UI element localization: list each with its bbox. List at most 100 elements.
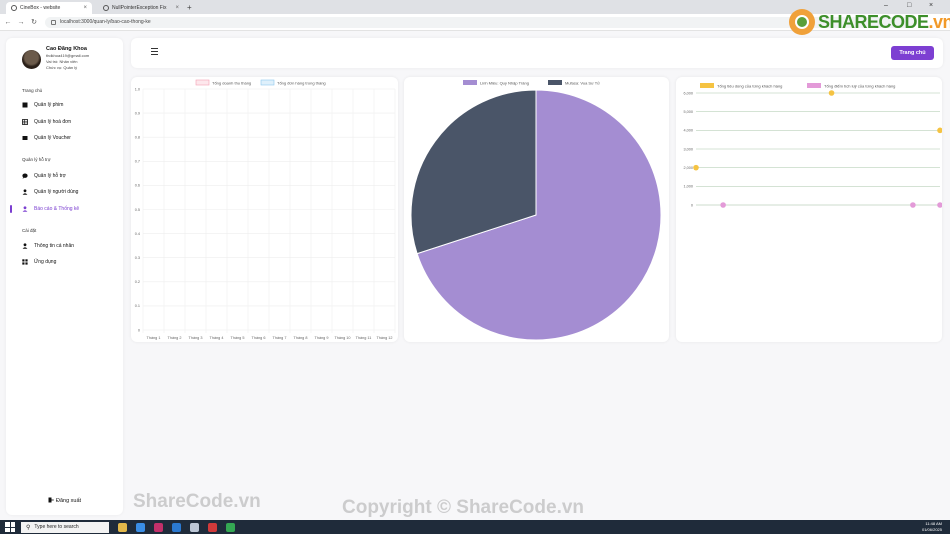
user-email: thdkhoa419@gmail.com xyxy=(46,53,90,58)
data-point[interactable] xyxy=(828,90,835,96)
y-tick-label: 0.1 xyxy=(135,304,140,308)
sidebar-item-apps[interactable]: Ứng dụng xyxy=(22,257,120,267)
data-point[interactable] xyxy=(937,202,942,208)
section-title: Quản lý hỗ trợ xyxy=(22,157,51,162)
sidebar-item-users[interactable]: Quản lý người dùng xyxy=(22,187,120,197)
intellij-icon[interactable] xyxy=(154,522,163,532)
table-icon xyxy=(22,119,28,125)
data-point[interactable] xyxy=(910,202,916,208)
top-header: Trang chủ xyxy=(131,38,943,68)
user-position: Chức vụ: Quản lý xyxy=(46,65,78,70)
sharecode-logo: SHARECODE.vn xyxy=(789,9,950,35)
site-info-icon[interactable] xyxy=(51,19,56,25)
section-title: Trang chủ xyxy=(22,88,43,93)
y-tick-label: 0.4 xyxy=(135,232,140,236)
url-text: localhost:3000/quan-ly/bao-cao-thong-ke xyxy=(60,19,151,25)
browser-tab[interactable]: NullPointerException Fix × xyxy=(98,2,184,14)
user-role: Vai trò: Nhân viên xyxy=(46,59,78,64)
revenue-chart: Tổng doanh thu tháng Tổng đơn hàng trong… xyxy=(135,79,396,340)
browser-tab-active[interactable]: CineBox - website × xyxy=(6,2,92,14)
y-tick-label: 3,000 xyxy=(683,147,693,151)
sidebar-item-support[interactable]: Quản lý hỗ trợ xyxy=(22,171,120,181)
ticket-icon xyxy=(22,135,28,141)
legend-label-film-1: Linh Miêu: Quỷ Nhập Tràng xyxy=(480,81,529,86)
tab-title: CineBox - website xyxy=(20,5,61,11)
film-share-chart-card: Linh Miêu: Quỷ Nhập Tràng Mufasa: Vua Sư… xyxy=(404,77,669,342)
system-tray-clock[interactable]: 11:48 AM 01/06/2025 xyxy=(922,521,942,533)
home-button[interactable]: Trang chủ xyxy=(891,46,934,60)
clock-date: 01/06/2025 xyxy=(921,527,942,532)
file-explorer-icon[interactable] xyxy=(118,522,127,532)
x-tick-label: Tháng 4 xyxy=(210,336,224,340)
user-name: Cao Đăng Khoa xyxy=(46,46,87,52)
close-window-icon[interactable]: × xyxy=(929,2,933,9)
legend-label-orders: Tổng đơn hàng trong tháng xyxy=(277,81,326,86)
legend-swatch-film-2 xyxy=(548,80,562,85)
menu-icon[interactable] xyxy=(151,48,158,55)
watermark-text: ShareCode.vn xyxy=(133,491,261,512)
taskbar: ⚲ Type here to search 11:48 AM 01/06/202… xyxy=(0,520,950,534)
y-tick-label: 0.6 xyxy=(135,184,140,188)
x-tick-label: Tháng 7 xyxy=(273,336,287,340)
sidebar-item-label: Thông tin cá nhân xyxy=(34,243,75,249)
sidebar-item-label: Quản lý phim xyxy=(34,102,64,108)
app-icon[interactable] xyxy=(208,522,217,532)
x-tick-label: Tháng 9 xyxy=(315,336,329,340)
y-tick-label: 0.2 xyxy=(135,280,140,284)
data-point[interactable] xyxy=(693,164,699,171)
legend-swatch-revenue xyxy=(195,79,210,86)
chrome-icon[interactable] xyxy=(136,522,145,532)
url-bar[interactable]: localhost:3000/quan-ly/bao-cao-thong-ke xyxy=(45,16,917,28)
terminal-icon[interactable] xyxy=(190,522,199,532)
maximize-icon[interactable]: □ xyxy=(907,2,911,9)
y-tick-label: 6,000 xyxy=(683,91,693,95)
logout-button[interactable]: Đăng xuất xyxy=(48,497,81,505)
section-title: Cài đặt xyxy=(22,228,37,233)
legend-swatch-spending xyxy=(700,83,714,88)
sidebar-item-label: Báo cáo & Thống kê xyxy=(34,206,80,212)
minimize-icon[interactable]: – xyxy=(884,2,888,9)
sidebar: Cao Đăng Khoa thdkhoa419@gmail.com Vai t… xyxy=(6,38,123,515)
y-tick-label: 0.5 xyxy=(135,208,140,212)
watermark-copyright: Copyright © ShareCode.vn xyxy=(342,497,585,518)
close-icon[interactable]: × xyxy=(175,5,179,11)
new-tab-icon[interactable]: + xyxy=(187,2,192,14)
browser-window: CineBox - website × NullPointerException… xyxy=(0,0,950,534)
x-tick-label: Tháng 10 xyxy=(334,336,350,340)
y-tick-label: 2,000 xyxy=(683,166,693,170)
tab-title: NullPointerException Fix xyxy=(112,5,167,11)
x-tick-label: Tháng 2 xyxy=(168,336,182,340)
sidebar-item-vouchers[interactable]: Quản lý Voucher xyxy=(22,133,120,143)
sidebar-item-profile[interactable]: Thông tin cá nhân xyxy=(22,241,120,251)
data-point[interactable] xyxy=(937,127,942,134)
sidebar-item-reports[interactable]: Báo cáo & Thống kê xyxy=(22,204,120,214)
x-tick-label: Tháng 1 xyxy=(147,336,161,340)
x-tick-label: Tháng 11 xyxy=(356,336,372,340)
sidebar-item-films[interactable]: Quản lý phim xyxy=(22,100,120,110)
sidebar-item-invoices[interactable]: Quản lý hoá đơn xyxy=(22,117,120,127)
user-icon xyxy=(22,206,28,212)
y-tick-label: 0 xyxy=(138,328,140,332)
github-icon xyxy=(103,5,109,11)
legend-swatch-points xyxy=(807,83,821,88)
legend-label-points: Tổng điểm tích luỹ của từng khách hàng xyxy=(824,84,895,89)
app-icon[interactable] xyxy=(226,522,235,532)
data-point[interactable] xyxy=(720,202,726,208)
user-icon xyxy=(22,243,28,249)
taskbar-search[interactable]: ⚲ Type here to search xyxy=(21,521,109,533)
sidebar-item-label: Quản lý hỗ trợ xyxy=(34,173,66,179)
sharecode-logo-text: SHARECODE.vn xyxy=(818,11,950,32)
avatar xyxy=(22,50,41,69)
search-icon: ⚲ xyxy=(26,524,31,531)
forward-icon[interactable]: → xyxy=(16,19,26,26)
back-icon[interactable]: ← xyxy=(3,19,13,26)
logout-label: Đăng xuất xyxy=(56,498,82,504)
windows-start-icon[interactable] xyxy=(5,522,15,532)
page-content: Cao Đăng Khoa thdkhoa419@gmail.com Vai t… xyxy=(0,31,950,520)
y-tick-label: 0.3 xyxy=(135,256,140,260)
globe-icon xyxy=(11,5,17,11)
vscode-icon[interactable] xyxy=(172,522,181,532)
reload-icon[interactable]: ↻ xyxy=(29,18,39,26)
taskbar-search-placeholder: Type here to search xyxy=(34,524,79,530)
close-icon[interactable]: × xyxy=(83,5,87,11)
